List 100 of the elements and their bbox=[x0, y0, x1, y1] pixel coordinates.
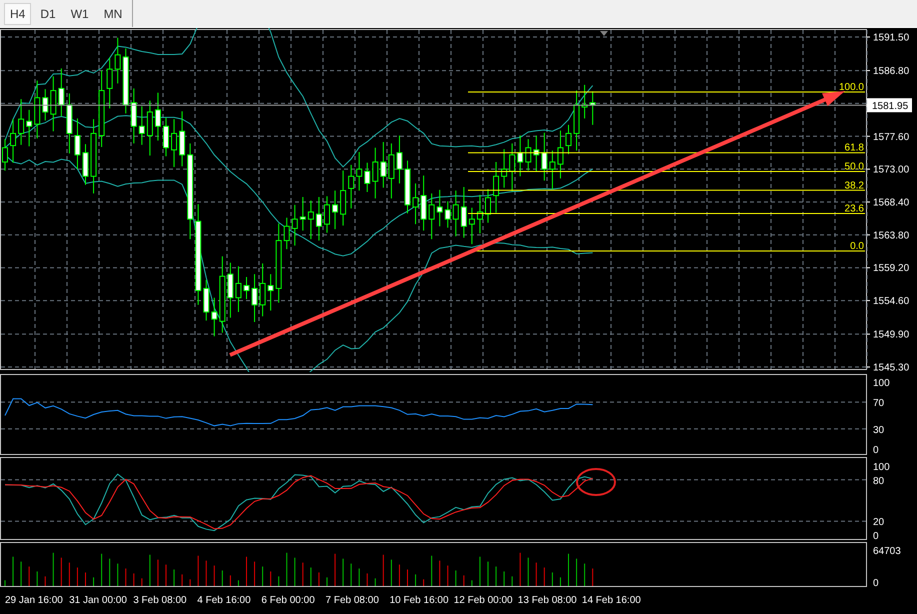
time-axis-label: 29 Jan 16:00 bbox=[5, 595, 63, 606]
candlestick bbox=[380, 142, 386, 188]
candlestick bbox=[284, 217, 290, 250]
axis-tick-mark bbox=[866, 234, 870, 236]
candlestick bbox=[163, 117, 169, 157]
candlestick bbox=[444, 200, 451, 228]
candlestick bbox=[574, 90, 580, 152]
candlestick bbox=[332, 190, 338, 230]
time-axis-label: 12 Feb 00:00 bbox=[454, 595, 513, 606]
candlestick bbox=[324, 196, 330, 234]
candlestick bbox=[372, 147, 378, 199]
candlestick bbox=[460, 186, 467, 238]
axis-tick-mark bbox=[866, 70, 870, 72]
price-axis-label: 1568.40 bbox=[873, 198, 910, 208]
candlestick bbox=[179, 110, 186, 167]
candlestick bbox=[252, 274, 258, 322]
stochastic-axis-label: 20 bbox=[873, 517, 884, 528]
time-axis-label: 4 Feb 16:00 bbox=[197, 595, 251, 606]
candlestick bbox=[348, 164, 354, 209]
candlestick bbox=[106, 57, 113, 109]
price-axis-label: 1559.20 bbox=[873, 263, 910, 274]
candlestick bbox=[74, 118, 80, 170]
current-price-label: 1581.95 bbox=[867, 98, 912, 112]
price-axis-label: 1577.60 bbox=[873, 132, 910, 143]
price-axis-label: 1586.80 bbox=[873, 66, 910, 78]
candlestick bbox=[404, 160, 410, 214]
candlestick bbox=[590, 90, 596, 126]
candlestick bbox=[533, 135, 540, 172]
candlestick bbox=[130, 88, 137, 144]
candlestick bbox=[549, 150, 556, 190]
price-axis-label: 1554.60 bbox=[873, 296, 910, 308]
price-axis-label: 1591.50 bbox=[873, 32, 910, 44]
candlestick bbox=[50, 76, 56, 132]
candlestick bbox=[292, 204, 298, 246]
timeframe-tab[interactable]: MN bbox=[98, 2, 128, 24]
time-axis-label: 6 Feb 00:00 bbox=[261, 595, 315, 606]
axis-tick-mark bbox=[866, 136, 870, 137]
rsi-axis-label: 100 bbox=[873, 378, 890, 389]
candlestick bbox=[541, 132, 548, 182]
candlestick bbox=[244, 276, 250, 300]
time-axis-label: 14 Feb 16:00 bbox=[582, 595, 641, 606]
candlestick bbox=[58, 68, 64, 117]
price-axis-label: 1573.00 bbox=[873, 164, 910, 176]
fibonacci-level-label: 0.0 bbox=[850, 241, 864, 252]
stochastic-axis-label: 0 bbox=[873, 531, 879, 541]
candlestick bbox=[227, 262, 234, 318]
candlestick bbox=[364, 162, 370, 192]
fibonacci-level-label: 61.8 bbox=[844, 142, 864, 154]
time-axis-label: 3 Feb 08:00 bbox=[133, 595, 187, 606]
candlestick bbox=[300, 196, 306, 232]
candlestick bbox=[428, 192, 435, 240]
candlestick bbox=[412, 182, 419, 225]
candlestick bbox=[396, 135, 402, 184]
candlestick bbox=[420, 175, 427, 232]
candlestick bbox=[2, 138, 8, 172]
fibonacci-level-label: 38.2 bbox=[844, 180, 864, 192]
candlestick bbox=[566, 124, 572, 155]
candlestick bbox=[34, 80, 40, 139]
candlestick bbox=[356, 152, 362, 192]
rsi-axis-label: 30 bbox=[873, 424, 884, 436]
candlestick bbox=[485, 188, 491, 224]
candlestick bbox=[268, 274, 274, 312]
axis-tick-mark bbox=[866, 168, 870, 170]
fibonacci-level-label: 23.6 bbox=[844, 203, 864, 214]
candlestick bbox=[146, 100, 153, 156]
volume-axis-label: 64703 bbox=[873, 546, 901, 557]
candlestick bbox=[26, 109, 32, 147]
candlestick bbox=[171, 118, 178, 168]
axis-tick-mark bbox=[866, 36, 870, 38]
candlestick bbox=[557, 130, 564, 179]
axis-tick-mark bbox=[866, 334, 870, 335]
stochastic-axis-label: 100 bbox=[873, 462, 890, 473]
candlestick bbox=[308, 200, 314, 240]
candlestick bbox=[509, 142, 516, 192]
candlestick bbox=[340, 170, 346, 226]
candlestick bbox=[114, 37, 121, 84]
candlestick bbox=[211, 297, 218, 337]
candlestick bbox=[260, 262, 266, 317]
candlestick bbox=[203, 279, 210, 322]
stochastic-axis-label: 80 bbox=[873, 476, 884, 487]
candlestick bbox=[468, 207, 475, 245]
candlestick bbox=[154, 92, 161, 142]
time-axis-label: 10 Feb 16:00 bbox=[390, 595, 449, 606]
trend-arrow[interactable] bbox=[229, 91, 845, 357]
timeframe-tab[interactable]: W1 bbox=[64, 2, 95, 24]
time-axis-label: 7 Feb 08:00 bbox=[326, 595, 379, 606]
time-axis-label: 13 Feb 08:00 bbox=[518, 595, 577, 606]
candlestick bbox=[18, 98, 24, 146]
candlestick bbox=[42, 88, 48, 122]
rsi-axis-label: 0 bbox=[873, 445, 879, 456]
timeframe-tab[interactable]: H4 bbox=[4, 2, 32, 24]
candlestick bbox=[316, 196, 322, 242]
chart-shift-icon[interactable] bbox=[600, 31, 608, 36]
timeframe-tab[interactable]: D1 bbox=[34, 2, 62, 24]
price-axis-label: 1563.80 bbox=[873, 230, 910, 242]
candlestick bbox=[501, 148, 508, 188]
candlestick bbox=[66, 92, 72, 154]
candlestick bbox=[493, 162, 500, 214]
time-axis-label: 31 Jan 00:00 bbox=[69, 595, 127, 606]
candlestick bbox=[452, 190, 459, 237]
